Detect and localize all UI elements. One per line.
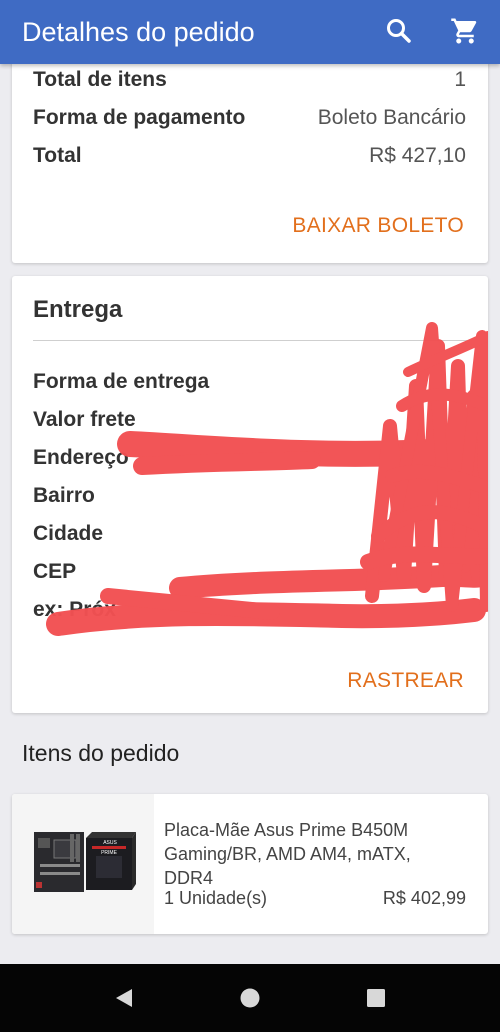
system-nav-bar bbox=[0, 964, 500, 1032]
delivery-card: Entrega Forma de entrega Valor frete End… bbox=[12, 276, 488, 713]
redaction-scribble bbox=[46, 322, 488, 636]
summary-row-total: Total R$ 427,10 bbox=[33, 144, 466, 168]
home-icon[interactable] bbox=[238, 986, 262, 1010]
summary-label: Forma de pagamento bbox=[33, 106, 246, 129]
page-title: Detalhes do pedido bbox=[22, 16, 255, 47]
product-image: ASUS PRIME bbox=[12, 794, 154, 934]
order-item-card[interactable]: ASUS PRIME Placa-Mãe Asus Prime B450M Ga… bbox=[12, 794, 488, 934]
track-order-button[interactable]: RASTREAR bbox=[347, 669, 464, 693]
cart-icon[interactable] bbox=[448, 14, 482, 48]
summary-value: R$ 427,10 bbox=[369, 144, 466, 167]
product-box-brand: ASUS bbox=[103, 840, 117, 846]
summary-label: Total bbox=[33, 144, 82, 167]
summary-value: 1 bbox=[454, 68, 466, 91]
product-name: Placa-Mãe Asus Prime B450M Gaming/BR, AM… bbox=[164, 820, 411, 888]
summary-row-total-items: Total de itens 1 bbox=[33, 68, 466, 92]
recents-icon[interactable] bbox=[364, 986, 388, 1010]
items-heading: Itens do pedido bbox=[22, 740, 180, 766]
summary-value: Boleto Bancário bbox=[317, 106, 466, 129]
back-icon[interactable] bbox=[112, 986, 136, 1010]
search-icon[interactable] bbox=[382, 14, 416, 48]
product-quantity: 1 Unidade(s) bbox=[164, 888, 268, 908]
download-boleto-button[interactable]: BAIXAR BOLETO bbox=[292, 214, 464, 238]
summary-label: Total de itens bbox=[33, 68, 167, 91]
product-box-model: PRIME bbox=[101, 850, 118, 856]
summary-row-payment-method: Forma de pagamento Boleto Bancário bbox=[33, 106, 466, 130]
product-price: R$ 402,99 bbox=[382, 888, 466, 908]
app-bar: Detalhes do pedido bbox=[0, 0, 500, 64]
order-summary-card: Total de itens 1 Forma de pagamento Bole… bbox=[12, 50, 488, 263]
